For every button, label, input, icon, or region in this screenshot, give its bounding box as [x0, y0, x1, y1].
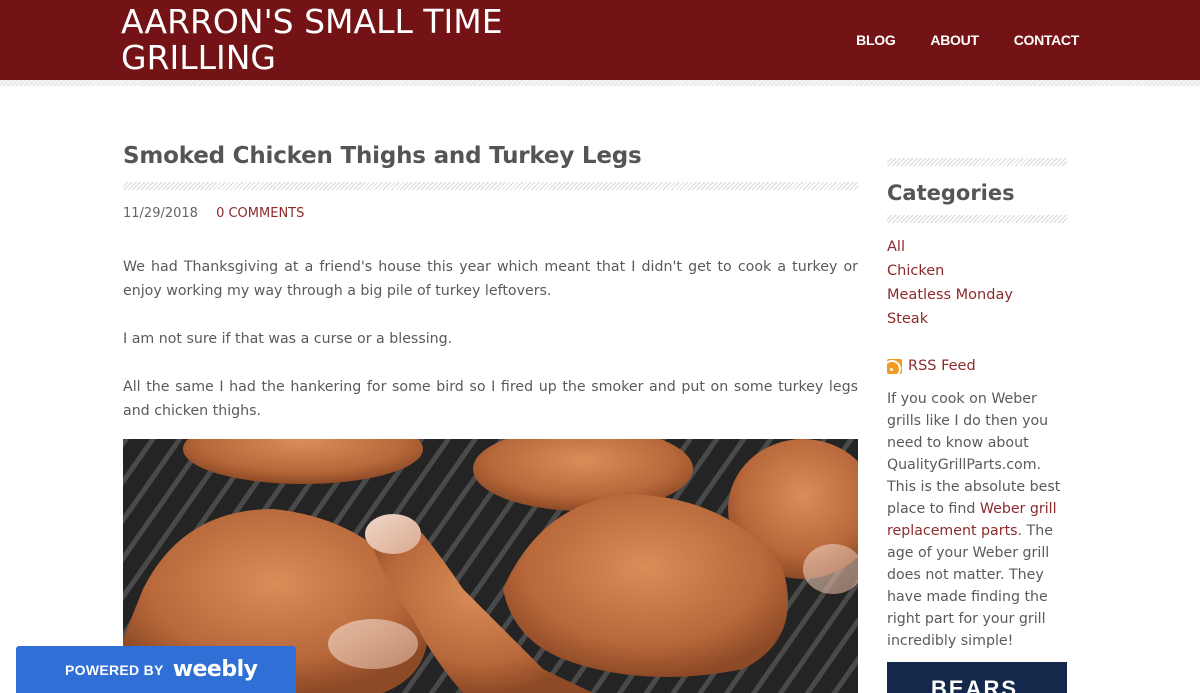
post-title-divider [123, 182, 858, 190]
post-paragraph: I am not sure if that was a curse or a b… [123, 331, 453, 347]
rss-feed-link[interactable]: RSS Feed [908, 358, 976, 374]
promo-text: If you cook on Weber grills like I do th… [887, 391, 1061, 517]
post-paragraph: We had Thanksgiving at a friend's house … [123, 259, 858, 299]
post-date: 11/29/2018 [123, 206, 198, 221]
sidebar-divider [887, 215, 1067, 223]
category-item: Chicken [887, 259, 1013, 283]
sidebar-ad[interactable]: BEARS [887, 662, 1067, 693]
post-title[interactable]: Smoked Chicken Thighs and Turkey Legs [123, 143, 858, 169]
nav-about[interactable]: ABOUT [930, 32, 979, 48]
post-meta: 11/29/2018 0 COMMENTS [123, 206, 304, 221]
powered-by-label: POWERED BY [65, 661, 164, 678]
comments-link[interactable]: 0 COMMENTS [216, 206, 304, 221]
category-item: All [887, 235, 1013, 259]
category-all-link[interactable]: All [887, 239, 905, 255]
category-meatless-monday-link[interactable]: Meatless Monday [887, 287, 1013, 303]
nav-contact[interactable]: CONTACT [1014, 32, 1080, 48]
weebly-logo: weebly [172, 657, 258, 682]
category-item: Meatless Monday [887, 283, 1013, 307]
rss-icon[interactable] [887, 358, 902, 374]
category-chicken-link[interactable]: Chicken [887, 263, 944, 279]
sidebar-promo: If you cook on Weber grills like I do th… [887, 388, 1069, 652]
rss-feed: RSS Feed [887, 358, 976, 374]
site-header: AARRON'S SMALL TIME GRILLING BLOG ABOUT … [0, 0, 1200, 80]
category-list: All Chicken Meatless Monday Steak [887, 235, 1013, 331]
ad-text: BEARS [931, 676, 1019, 693]
categories-title: Categories [887, 181, 1015, 205]
nav-blog[interactable]: BLOG [856, 32, 896, 48]
category-steak-link[interactable]: Steak [887, 311, 928, 327]
header-divider [0, 80, 1200, 86]
weebly-badge[interactable]: POWERED BY weebly [16, 646, 296, 693]
site-title[interactable]: AARRON'S SMALL TIME GRILLING [121, 4, 541, 76]
sidebar-divider [887, 158, 1067, 166]
post-paragraph: All the same I had the hankering for som… [123, 379, 858, 419]
category-item: Steak [887, 307, 1013, 331]
main-nav: BLOG ABOUT CONTACT [821, 32, 1079, 48]
promo-text: . The age of your Weber grill does not m… [887, 523, 1053, 649]
